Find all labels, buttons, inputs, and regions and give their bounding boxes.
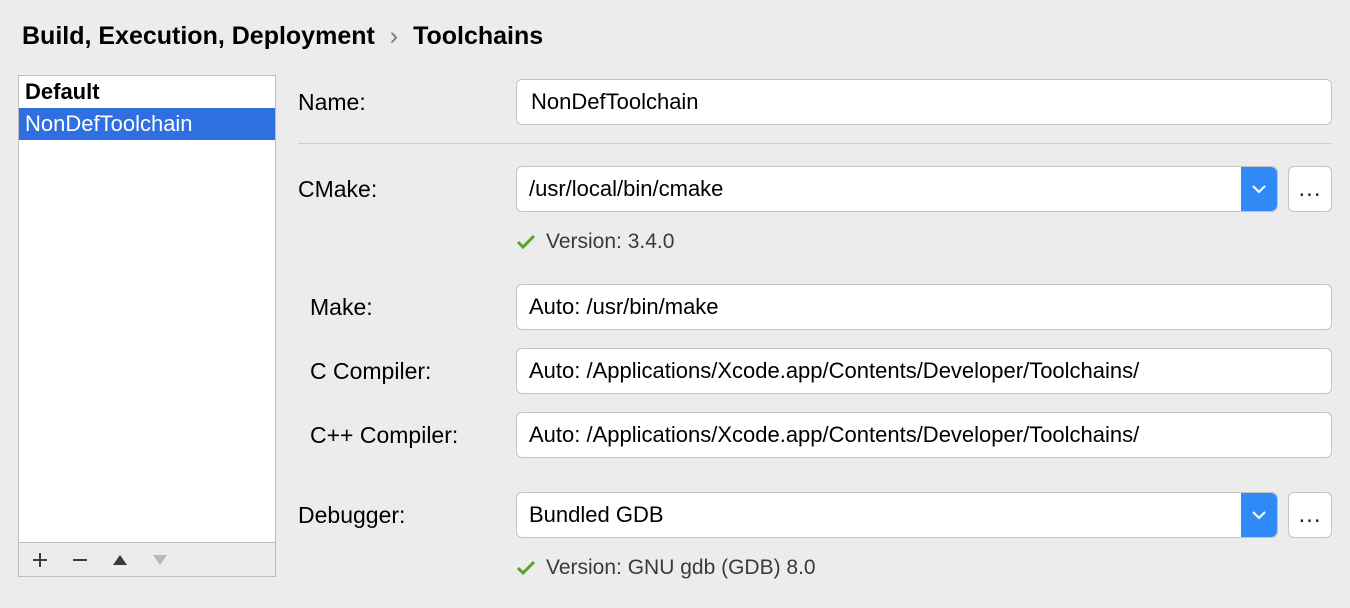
debugger-label: Debugger: (298, 502, 516, 529)
toolchain-list-toolbar (18, 543, 276, 577)
chevron-right-icon: › (390, 22, 398, 50)
c-compiler-label: C Compiler: (298, 358, 516, 385)
cxx-compiler-label: C++ Compiler: (298, 422, 516, 449)
debugger-dropdown-arrow[interactable] (1241, 493, 1277, 537)
breadcrumb-current: Toolchains (413, 22, 543, 50)
debugger-browse-button[interactable]: ... (1288, 492, 1332, 538)
toolchain-item-default[interactable]: Default (19, 76, 275, 108)
cxx-compiler-input[interactable]: Auto: /Applications/Xcode.app/Contents/D… (516, 412, 1332, 458)
add-button[interactable] (29, 549, 51, 571)
debugger-combo[interactable]: Bundled GDB (516, 492, 1278, 538)
check-icon (516, 560, 536, 576)
chevron-down-icon (1252, 510, 1266, 520)
cmake-browse-button[interactable]: ... (1288, 166, 1332, 212)
cmake-label: CMake: (298, 176, 516, 203)
cmake-value: /usr/local/bin/cmake (517, 176, 1241, 202)
toolchain-item-nondef[interactable]: NonDefToolchain (19, 108, 275, 140)
make-input[interactable]: Auto: /usr/bin/make (516, 284, 1332, 330)
cmake-status-text: Version: 3.4.0 (546, 230, 674, 254)
move-up-button[interactable] (109, 549, 131, 571)
breadcrumb-parent[interactable]: Build, Execution, Deployment (22, 22, 375, 50)
breadcrumb: Build, Execution, Deployment › Toolchain… (22, 22, 1332, 51)
cmake-status: Version: 3.4.0 (516, 230, 1332, 254)
move-down-button (149, 549, 171, 571)
triangle-down-icon (152, 554, 168, 566)
chevron-down-icon (1252, 184, 1266, 194)
debugger-status: Version: GNU gdb (GDB) 8.0 (516, 556, 1332, 580)
cmake-combo[interactable]: /usr/local/bin/cmake (516, 166, 1278, 212)
remove-button[interactable] (69, 549, 91, 571)
debugger-value: Bundled GDB (517, 502, 1241, 528)
c-compiler-value: Auto: /Applications/Xcode.app/Contents/D… (529, 358, 1139, 384)
check-icon (516, 234, 536, 250)
make-value: Auto: /usr/bin/make (529, 294, 719, 320)
plus-icon (32, 552, 48, 568)
debugger-status-text: Version: GNU gdb (GDB) 8.0 (546, 556, 816, 580)
name-label: Name: (298, 89, 516, 116)
toolchain-list[interactable]: Default NonDefToolchain (18, 75, 276, 543)
triangle-up-icon (112, 554, 128, 566)
cmake-dropdown-arrow[interactable] (1241, 167, 1277, 211)
cxx-compiler-value: Auto: /Applications/Xcode.app/Contents/D… (529, 422, 1139, 448)
divider (298, 143, 1332, 144)
c-compiler-input[interactable]: Auto: /Applications/Xcode.app/Contents/D… (516, 348, 1332, 394)
minus-icon (72, 552, 88, 568)
make-label: Make: (298, 294, 516, 321)
name-input[interactable] (516, 79, 1332, 125)
